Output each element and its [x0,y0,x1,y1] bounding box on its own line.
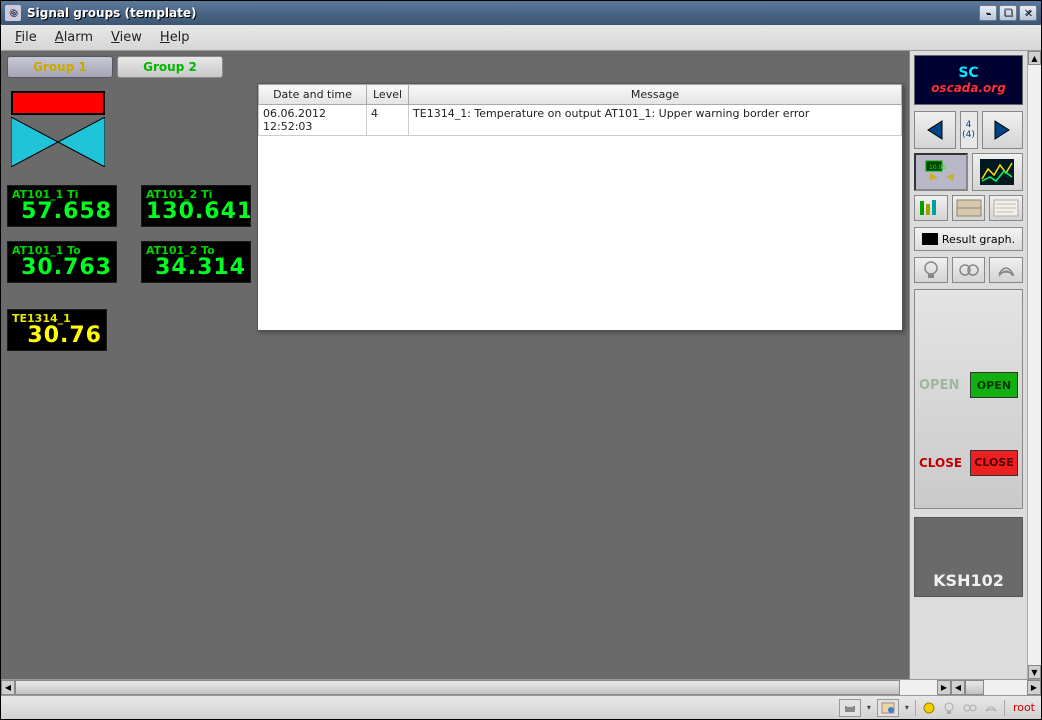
minimize-button[interactable]: – [979,5,997,21]
status-bulb-icon [942,701,956,715]
nav-next-button[interactable] [982,111,1024,149]
device-name-panel: KSH102 [914,517,1023,597]
cell-datetime: 06.06.2012 12:52:03 [259,105,367,136]
menu-view[interactable]: View [103,28,150,47]
panel-btn-2[interactable] [952,195,986,221]
close-label: CLOSE [919,456,962,470]
col-level[interactable]: Level [367,85,409,105]
status-link-icon [962,702,978,714]
side-scroll-left-icon[interactable]: ◀ [951,680,965,695]
messages-table: Date and time Level Message 06.06.2012 1… [257,83,903,331]
open-button[interactable]: OPEN [970,372,1018,398]
group-tabs: Group 1 Group 2 [1,51,909,83]
side-scroll-right-icon[interactable]: ▶ [1027,680,1041,695]
messages-column: Date and time Level Message 06.06.2012 1… [257,83,903,673]
close-window-button[interactable]: ✕ [1019,5,1037,21]
status-bar: ▾ ▾ root [1,695,1041,719]
signals-column: AT101_1 Ti 57.658 AT101_2 Ti 130.641 AT1… [7,83,251,673]
signal-at101-1-to[interactable]: AT101_1 To 30.763 [7,241,117,283]
signal-value: 30.763 [12,257,112,279]
menu-alarm[interactable]: Alarm [47,28,101,47]
status-light-yellow-icon [922,701,936,715]
panel-btn-3[interactable] [989,195,1023,221]
nav-counter: 4 (4) [960,111,978,149]
light-btn-3[interactable] [989,257,1023,283]
signal-at101-1-ti[interactable]: AT101_1 Ti 57.658 [7,185,117,227]
col-message[interactable]: Message [409,85,902,105]
valve-icon[interactable] [11,117,105,167]
window-title: Signal groups (template) [27,6,979,20]
svg-text:10.95: 10.95 [929,164,946,171]
menu-file[interactable]: File [7,28,45,47]
maximize-button[interactable]: ☐ [999,5,1017,21]
scroll-down-icon[interactable]: ▼ [1028,665,1041,679]
print-icon[interactable] [839,699,861,717]
mode-mnemo-button[interactable]: 10.95 [914,153,968,191]
nav-prev-button[interactable] [914,111,956,149]
table-row[interactable]: 06.06.2012 12:52:03 4 TE1314_1: Temperat… [259,105,902,136]
signal-value: 130.641 [146,201,246,223]
signal-value: 30.76 [12,325,102,347]
signal-at101-2-to[interactable]: AT101_2 To 34.314 [141,241,251,283]
menu-bar: File Alarm View Help [1,25,1041,51]
content-row: AT101_1 Ti 57.658 AT101_2 Ti 130.641 AT1… [1,83,909,679]
signal-at101-2-ti[interactable]: AT101_2 Ti 130.641 [141,185,251,227]
light-btn-2[interactable] [952,257,986,283]
horizontal-scrollbar[interactable]: ◀ ▶ ◀ ▶ [1,679,1041,695]
cell-level: 4 [367,105,409,136]
signal-value: 34.314 [146,257,246,279]
tab-group-2[interactable]: Group 2 [117,56,223,78]
status-user: root [1011,701,1037,714]
scroll-right-icon[interactable]: ▶ [937,680,951,695]
titlebar: ◎ Signal groups (template) – ☐ ✕ [1,1,1041,25]
panel-btn-1[interactable] [914,195,948,221]
close-button[interactable]: CLOSE [970,450,1018,476]
menu-help[interactable]: Help [152,28,198,47]
tab-group-1[interactable]: Group 1 [7,56,113,78]
vertical-scrollbar[interactable]: ▲ ▼ [1027,51,1041,679]
status-horn-icon [984,702,998,714]
app-window: ◎ Signal groups (template) – ☐ ✕ File Al… [0,0,1042,720]
export-icon[interactable] [877,699,899,717]
light-btn-1[interactable] [914,257,948,283]
result-graph-button[interactable]: Result graph. [914,227,1023,251]
col-datetime[interactable]: Date and time [259,85,367,105]
right-sidebar: SC oscada.org 4 (4) 10.95 [909,51,1027,679]
open-label: OPEN [919,378,959,393]
signal-te1314-1[interactable]: TE1314_1 30.76 [7,309,107,351]
alarm-indicator [11,91,105,115]
signal-value: 57.658 [12,201,112,223]
workspace: Group 1 Group 2 [1,51,909,679]
mode-graph-button[interactable] [972,153,1024,191]
scroll-left-icon[interactable]: ◀ [1,680,15,695]
app-icon: ◎ [5,5,21,21]
cell-message: TE1314_1: Temperature on output AT101_1:… [409,105,902,136]
main-layout: Group 1 Group 2 [1,51,1041,679]
valve-control-panel: OPEN OPEN CLOSE CLOSE [914,289,1023,509]
oscada-logo: SC oscada.org [914,55,1023,105]
scroll-up-icon[interactable]: ▲ [1028,51,1041,65]
